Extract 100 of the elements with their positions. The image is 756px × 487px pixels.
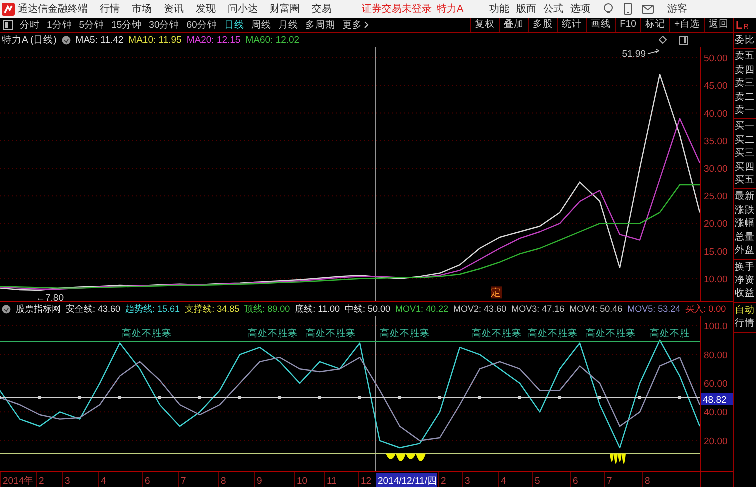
quote-field-label: 买一 [735, 120, 756, 134]
menu-item[interactable]: 问小达 [228, 2, 258, 16]
axis-label: 11 [327, 476, 337, 487]
axis-label: 7 [607, 476, 612, 487]
axis-label: 20.00 [704, 436, 728, 448]
indicator-value: 顶线: 89.00 [244, 302, 290, 316]
period-tab[interactable]: 15分钟 [112, 18, 142, 32]
axis-label: 45.00 [704, 81, 728, 92]
indicator-value: MA5: 11.42 [76, 34, 124, 46]
quote-field-label: 卖三 [735, 77, 756, 91]
axis-label: 12 [361, 476, 372, 487]
indicator-value: MOV1: 40.22 [396, 304, 449, 314]
menu-item[interactable]: 版面 [516, 2, 537, 16]
chart-tool-button[interactable]: F10 [615, 18, 640, 32]
axis-label: 3 [65, 476, 70, 487]
chart-tool-button[interactable]: 标记 [640, 18, 670, 32]
axis-label: 50.00 [704, 54, 728, 65]
panel-toggle-icon[interactable] [3, 20, 13, 30]
menu-item[interactable]: 公式 [544, 2, 564, 16]
chart-title: 特力A (日线) [2, 34, 57, 46]
period-tab[interactable]: 分时 [20, 18, 40, 32]
price-label: 51.99 [622, 49, 646, 60]
menu-item[interactable]: 交易 [312, 2, 332, 16]
menu-item[interactable]: 市场 [132, 2, 152, 16]
chevron-icon [364, 21, 370, 29]
quote-field-label: 涨跌 [735, 204, 756, 218]
quote-field-label: 卖五 [735, 50, 756, 64]
axis-label: 60.00 [704, 378, 728, 390]
quote-field-label: 卖四 [735, 64, 756, 78]
indicator-value: 底线: 11.00 [295, 302, 340, 316]
quote-field-label: 净资 [735, 274, 756, 288]
axis-label: 10 [297, 476, 308, 487]
options-icon[interactable] [2, 304, 11, 314]
chart-tool-button[interactable]: +自选 [669, 18, 704, 32]
chart-tool-button[interactable]: 返回 [704, 18, 733, 32]
axis-label: 15.00 [704, 246, 728, 258]
period-tab[interactable]: 多周期 [305, 18, 336, 32]
quote-field-label: 收益 [735, 287, 756, 301]
axis-label: 6 [573, 476, 578, 487]
indicator-value: 中线: 50.00 [344, 302, 391, 316]
indicator-value: 安全线: 43.60 [66, 302, 121, 316]
panel-tab[interactable]: L [736, 20, 743, 32]
indicator-value: MOV4: 50.46 [570, 304, 623, 314]
period-tab[interactable]: 5分钟 [79, 18, 105, 32]
quote-field-label: 自动 [735, 304, 756, 318]
diamond-icon[interactable] [659, 36, 667, 44]
axis-label: 80.00 [704, 350, 728, 362]
lightbulb-icon[interactable] [602, 3, 614, 15]
signal-label: 高处不胜寒 [380, 328, 430, 340]
menu-item[interactable]: 行情 [100, 2, 120, 16]
quote-field-label: 总量 [735, 230, 756, 244]
period-tab[interactable]: 30分钟 [149, 18, 180, 32]
signal-label: 高处不胜寒 [528, 328, 578, 340]
axis-label: 25.00 [704, 192, 728, 203]
indicator-value: MOV2: 43.60 [454, 304, 507, 314]
marker-tag: 定 [491, 286, 502, 300]
menu-item[interactable]: 发现 [196, 2, 216, 16]
user-name[interactable]: 游客 [668, 2, 688, 16]
quote-field-label: 买二 [735, 134, 756, 148]
menu-item[interactable]: 财富圈 [270, 2, 300, 16]
quote-field-label: 行情 [735, 317, 756, 331]
buy-signal-fill [610, 454, 626, 464]
panel-icon[interactable] [679, 36, 688, 44]
quote-field-label: 买五 [735, 174, 756, 188]
quote-field-label: 委比 [735, 34, 756, 48]
axis-label: 20.00 [704, 219, 728, 230]
axis-label: 10.00 [704, 274, 728, 286]
chart-tool-button[interactable]: 画线 [586, 18, 616, 32]
mail-icon[interactable] [642, 4, 654, 14]
chart-tool-button[interactable]: 复权 [470, 18, 500, 32]
chart-tool-button[interactable]: 统计 [557, 18, 586, 32]
period-tab[interactable]: 周线 [251, 18, 272, 32]
indicator-value: MOV5: 53.24 [628, 304, 681, 314]
menu-item[interactable]: 功能 [490, 2, 510, 16]
chart-tool-button[interactable]: 叠加 [499, 18, 528, 32]
period-tab[interactable]: 月线 [278, 18, 298, 32]
period-tab[interactable]: 更多 [342, 18, 370, 32]
quote-field-label: 换手 [735, 260, 756, 274]
quote-field-label: 外盘 [735, 244, 756, 258]
quote-field-label: 买三 [735, 147, 756, 161]
signal-label: 高处不胜寒 [248, 328, 298, 340]
period-tab[interactable]: 日线 [224, 18, 244, 32]
indicator-value: 支撑线: 34.85 [185, 302, 240, 316]
phone-icon[interactable] [624, 3, 632, 15]
signal-label: 高处不胜寒 [586, 328, 636, 340]
menu-item[interactable]: 资讯 [164, 2, 184, 16]
cursor-date-label: 2014/12/11/四 [376, 473, 438, 487]
period-tab[interactable]: 1分钟 [47, 18, 72, 32]
login-notice: 证券交易未登录 [362, 2, 432, 16]
axis-label: 100.0 [704, 322, 728, 333]
period-tab[interactable]: 60分钟 [186, 18, 218, 32]
quote-field-label: 卖一 [735, 104, 756, 118]
indicator-value: MA20: 12.15 [186, 34, 241, 46]
chart-tool-button[interactable]: 多股 [528, 18, 558, 32]
axis-label: 5 [535, 476, 540, 487]
indicator-value: MA60: 12.02 [246, 34, 300, 46]
options-icon[interactable] [62, 36, 71, 44]
axis-label: 2 [39, 476, 44, 487]
menu-item[interactable]: 选项 [570, 2, 591, 16]
axis-label: 9 [257, 476, 262, 487]
